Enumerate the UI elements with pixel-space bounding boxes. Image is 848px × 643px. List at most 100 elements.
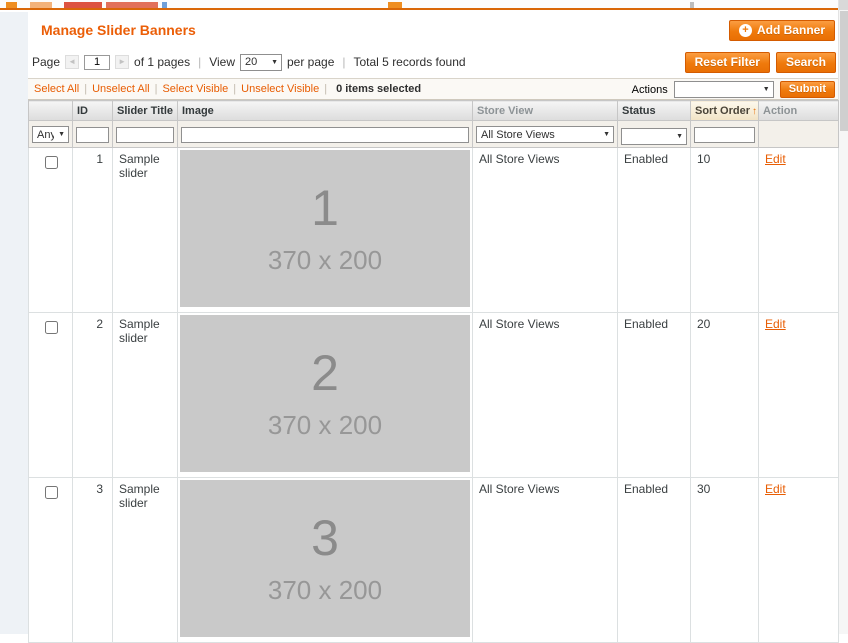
column-header-sort-order[interactable]: Sort Order ↑ [690, 100, 759, 121]
sort-order-label: Sort Order [695, 104, 751, 117]
filter-cell-image [177, 120, 473, 148]
reset-filter-button[interactable]: Reset Filter [684, 52, 770, 73]
view-label: View [209, 55, 235, 69]
next-page-button[interactable]: ► [115, 55, 130, 69]
nav-fragment [690, 2, 694, 8]
separator: | [154, 83, 158, 95]
nav-fragment [106, 2, 158, 8]
row-checkbox[interactable] [44, 155, 58, 169]
filter-cell-action [758, 120, 839, 148]
column-header-image[interactable]: Image [177, 100, 473, 121]
unselect-visible-link[interactable]: Unselect Visible [241, 83, 319, 95]
grid-row-2[interactable]: 2 Sample slider 2 370 x 200 All Store Vi… [28, 311, 839, 478]
select-visible-link[interactable]: Select Visible [162, 83, 228, 95]
separator: | [324, 83, 328, 95]
admin-nav-cutoff [0, 0, 848, 10]
chevron-down-icon: ▼ [271, 58, 278, 66]
cell-action: Edit [758, 146, 839, 313]
cell-image: 3 370 x 200 [177, 476, 473, 643]
search-button[interactable]: Search [775, 52, 836, 73]
cell-id: 1 [72, 146, 113, 313]
items-selected-text: 0 items selected [336, 83, 422, 95]
unselect-all-link[interactable]: Unselect All [92, 83, 149, 95]
scrollbar-thumb[interactable] [840, 11, 848, 131]
store-view-select-value: All Store Views [481, 128, 555, 141]
filter-cell-massaction: Any ▼ [28, 120, 73, 148]
placeholder-dimensions: 370 x 200 [267, 575, 383, 605]
grid-row-1[interactable]: 1 Sample slider 1 370 x 200 All Store Vi… [28, 146, 839, 313]
placeholder-dimensions: 370 x 200 [267, 410, 383, 440]
cell-id: 3 [72, 476, 113, 643]
cell-id: 2 [72, 311, 113, 478]
chevron-down-icon: ▼ [762, 86, 770, 93]
filter-id-input[interactable] [76, 126, 109, 143]
filter-status-select[interactable]: ▼ [621, 127, 687, 145]
cell-store-view: All Store Views [472, 146, 618, 313]
submit-button[interactable]: Submit [779, 81, 835, 98]
cell-checkbox [28, 311, 73, 478]
edit-link[interactable]: Edit [765, 482, 786, 496]
column-header-id[interactable]: ID [72, 100, 113, 121]
cell-slider-title: Sample slider [112, 146, 178, 313]
massaction-any-select[interactable]: Any ▼ [32, 126, 69, 143]
separator: | [233, 83, 237, 95]
banner-grid-table: ID Slider Title Image Store View Status … [28, 100, 839, 643]
cell-slider-title: Sample slider [112, 311, 178, 478]
column-header-action: Action [758, 100, 839, 121]
sort-ascending-icon: ↑ [752, 105, 758, 117]
filter-store-view-select[interactable]: All Store Views ▼ [476, 126, 614, 143]
edit-link[interactable]: Edit [765, 317, 786, 331]
placeholder-number: 2 [311, 345, 339, 401]
massaction-bar: Select All | Unselect All | Select Visib… [28, 78, 838, 100]
placeholder-number: 1 [311, 180, 339, 236]
actions-label: Actions [631, 83, 668, 96]
cell-sort-order: 20 [690, 311, 759, 478]
cell-action: Edit [758, 476, 839, 643]
content-area: Manage Slider Banners + Add Banner Page … [28, 12, 839, 643]
column-header-store-view: Store View [472, 100, 618, 121]
filter-sort-order-input[interactable] [694, 126, 755, 143]
column-header-status[interactable]: Status [617, 100, 691, 121]
cell-slider-title: Sample slider [112, 476, 178, 643]
previous-page-button[interactable]: ◄ [65, 55, 80, 69]
vertical-scrollbar[interactable] [838, 0, 848, 634]
cell-image: 2 370 x 200 [177, 311, 473, 478]
cell-checkbox [28, 146, 73, 313]
plus-icon: + [738, 23, 752, 37]
filter-cell-store-view: All Store Views ▼ [472, 120, 618, 148]
cell-status: Enabled [617, 311, 691, 478]
nav-fragment [64, 2, 102, 8]
massaction-column-header [28, 100, 73, 121]
separator: | [342, 55, 346, 69]
cell-store-view: All Store Views [472, 311, 618, 478]
edit-link[interactable]: Edit [765, 152, 786, 166]
page-label: Page [32, 55, 61, 69]
banner-placeholder-image: 2 370 x 200 [180, 314, 470, 472]
grid-row-3[interactable]: 3 Sample slider 3 370 x 200 All Store Vi… [28, 476, 839, 643]
nav-fragment-icon [6, 2, 17, 8]
row-checkbox[interactable] [44, 320, 58, 334]
cell-store-view: All Store Views [472, 476, 618, 643]
scrollbar-up-button[interactable] [839, 0, 848, 10]
add-banner-label: Add Banner [756, 23, 825, 37]
placeholder-dimensions: 370 x 200 [267, 245, 383, 275]
filter-slider-title-input[interactable] [116, 126, 174, 143]
select-all-link[interactable]: Select All [34, 83, 79, 95]
page-number-input[interactable] [84, 54, 111, 70]
column-header-slider-title[interactable]: Slider Title [112, 100, 178, 121]
per-page-select[interactable]: 20 ▼ [240, 53, 282, 71]
banner-placeholder-image: 1 370 x 200 [180, 149, 470, 307]
separator: | [84, 83, 88, 95]
row-checkbox[interactable] [44, 485, 58, 499]
banner-placeholder-image: 3 370 x 200 [180, 479, 470, 637]
grid-header-row: ID Slider Title Image Store View Status … [28, 100, 839, 121]
actions-select[interactable]: ▼ [673, 81, 774, 98]
chevron-down-icon: ▼ [603, 131, 610, 138]
cell-action: Edit [758, 311, 839, 478]
nav-fragment [388, 2, 402, 8]
add-banner-button[interactable]: + Add Banner [728, 20, 835, 41]
content-header: Manage Slider Banners + Add Banner [28, 12, 838, 48]
any-select-value: Any [37, 128, 55, 141]
filter-image-input[interactable] [181, 126, 469, 143]
per-page-label: per page [287, 55, 335, 69]
